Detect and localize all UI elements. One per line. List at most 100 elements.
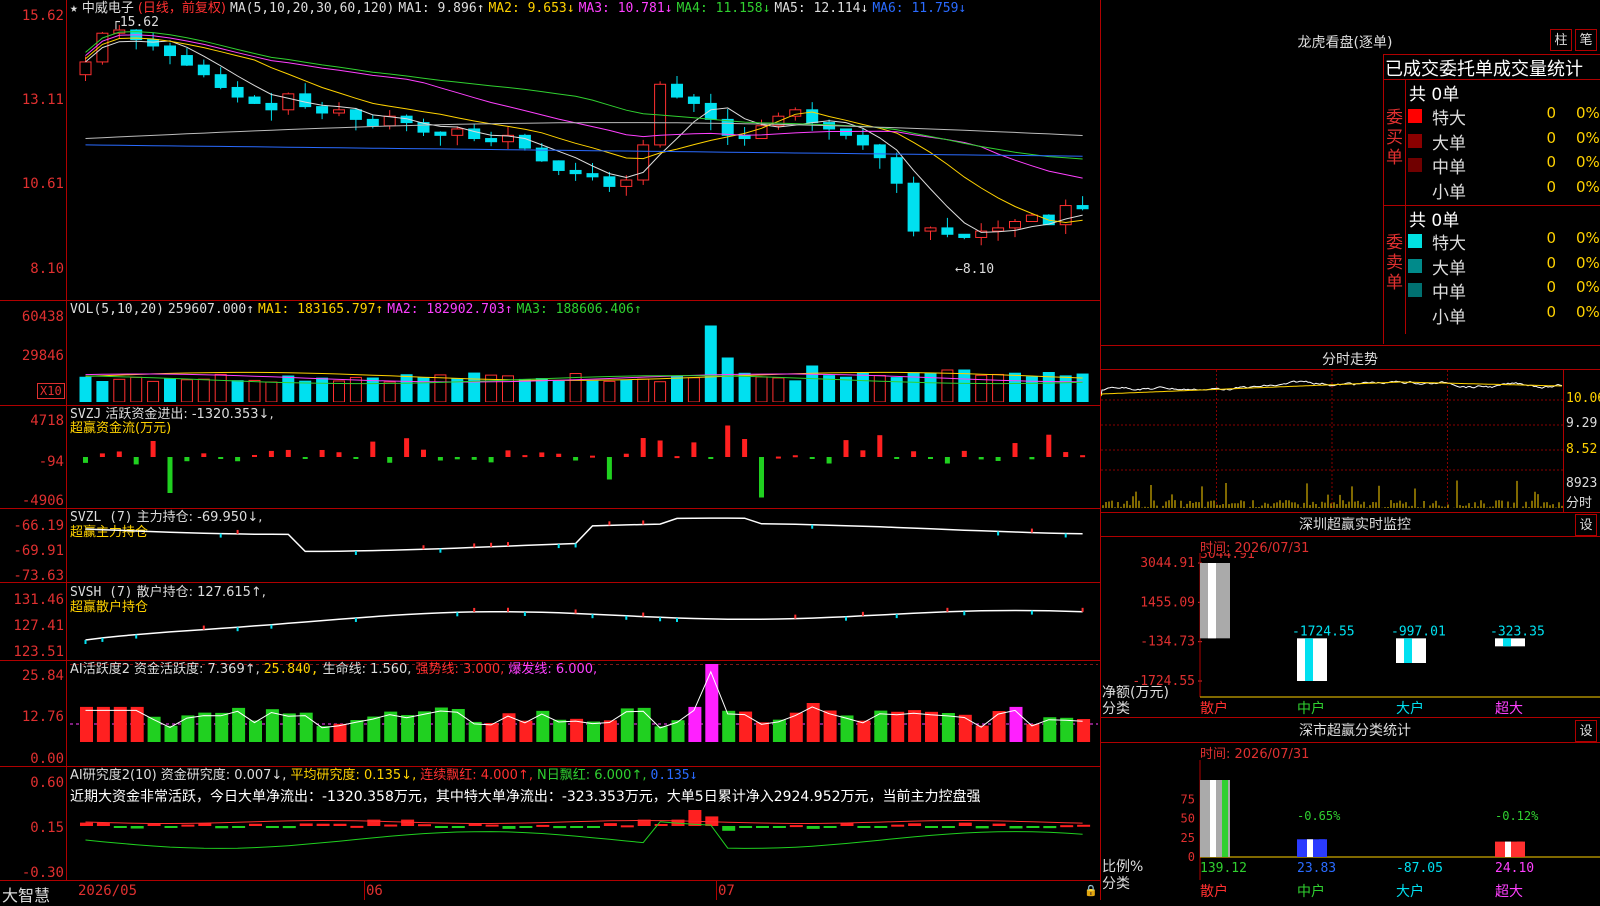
activity-bar [637,707,651,742]
ai-research-v3: 连续飘红: 4.000↑, [420,768,533,783]
main-chart-header: ★ 中威电子 (日线，前复权) MA(5,10,20,30,60,120) MA1: 9… [70,1,970,16]
sz-class-chart[interactable]: 75 50 25 0 -0.65% -0.12% 139.12 23.83 -87.05 24.1… [1100,760,1600,900]
volume-bar [687,377,700,402]
volume-bar [282,375,295,402]
sz-monitor-category: 散户 [1200,700,1228,717]
flow-bar [708,457,714,459]
activity-bar [941,713,955,742]
activity-bar [975,725,989,742]
flow-bar [83,457,88,463]
buy-row-count: 0 [1546,128,1556,147]
ai-research-y-tick-3: -0.30 [21,865,64,881]
ai-research-v4: N日飘红: 6.000↑, [536,768,647,783]
sz-monitor-y-tick: 3044.91 [1140,556,1195,571]
buy-orders-label: 委买单 [1386,108,1403,168]
intraday-title: 分时走势 [1322,352,1378,368]
research-bar [401,819,415,826]
candlestick-chart[interactable] [70,18,1098,278]
flow-bar [1063,452,1069,457]
activity-bar [384,711,398,742]
tick-view-button[interactable]: 笔 [1575,29,1597,51]
flow-bar [1029,457,1035,460]
activity-bar [620,708,634,742]
research-bar [384,824,398,827]
activity-bar [418,711,431,742]
volume-bar [400,374,413,402]
period-label[interactable]: (日线，前复权) [138,1,226,16]
research-bar [519,826,533,828]
intraday-chart[interactable] [1101,370,1563,510]
activity-bar [181,715,195,742]
research-bar [1077,824,1091,827]
sz-class-y-tick: 0 [1188,850,1195,864]
x-label-jun: 06 [366,883,383,899]
candle-body [282,93,295,111]
buy-row-name: 中单 [1432,158,1466,178]
ma-line-3 [85,34,1083,179]
ma1-value: MA1: 9.896↑ [398,1,485,16]
activity-bar [249,720,262,742]
buy-row-percent: 0% [1576,128,1600,147]
candle-body [180,55,193,66]
ai-active-y-tick-2: 12.76 [21,709,64,725]
research-bar [232,826,246,828]
volume-bar [671,375,683,402]
retail-holding-chart[interactable] [70,586,1098,658]
sz-class-settings-button[interactable]: 设 [1575,720,1597,742]
ai-research-chart[interactable] [70,800,1098,878]
research-line [85,821,1083,849]
research-bar [722,826,736,831]
sell-row-name: 小单 [1432,307,1466,328]
sz-class-bottom-label: -87.05 [1396,861,1443,876]
volume-bar [197,378,210,402]
ai-research-title: AI研究度2(10) [70,768,157,783]
volume-bar [79,376,92,402]
volume-bar [772,377,785,402]
sz-class-category: 中户 [1297,883,1325,900]
volume-bar [518,378,531,402]
volume-bar [333,380,345,402]
intraday-y-tick-3: 8.52 [1566,442,1598,457]
research-bar [333,823,347,826]
research-bar [434,826,448,828]
flow-bar [573,457,579,461]
ma-line-6 [85,144,1083,157]
research-bar [958,822,972,826]
main-holding-chart[interactable] [70,512,1098,580]
sz-monitor-settings-button[interactable]: 设 [1575,514,1597,536]
sz-class-y-tick: 75 [1181,792,1195,806]
candle-body [164,45,176,57]
volume-bar [755,376,768,402]
volume-bar [383,381,396,402]
lock-icon[interactable]: 🔒 [1084,884,1098,897]
flow-bar [995,457,1001,461]
volume-bar [366,377,379,402]
research-bar [806,826,820,829]
svzj-y-tick-2: -94 [38,454,64,470]
candle-body [941,227,954,235]
svzl-y-tick-3: -73.63 [13,568,64,584]
vol-ma3: MA3: 188606.406↑ [516,302,642,317]
buy-row-name: 特大 [1432,109,1466,129]
flow-bar [1012,443,1018,457]
sz-monitor-chart[interactable]: 3044.911455.09-134.73-1724.553044.91-172… [1100,553,1600,717]
sz-class-bar-edge [1222,780,1228,857]
svzl-y-tick-1: -66.19 [13,518,64,534]
fund-flow-chart[interactable] [70,410,1098,505]
flow-bar [657,440,663,457]
main-holding-line [85,517,1083,553]
sell-row: 中单 0 0% [1408,278,1600,303]
ai-active-chart[interactable] [70,664,1098,764]
research-bar [891,824,905,827]
sz-monitor-y-tick: -134.73 [1140,635,1195,650]
buy-row-count: 0 [1546,153,1556,171]
main-y-tick-4: 8.10 [30,261,64,277]
volume-bar [231,380,244,402]
ai-active-y-tick-1: 25.84 [21,668,64,684]
flow-bar [99,453,105,457]
bar-view-button[interactable]: 柱 [1550,29,1572,51]
volume-bar [654,381,667,402]
candle-body [518,134,531,149]
favorite-star-icon[interactable]: ★ [70,1,78,16]
volume-chart[interactable] [70,316,1098,402]
